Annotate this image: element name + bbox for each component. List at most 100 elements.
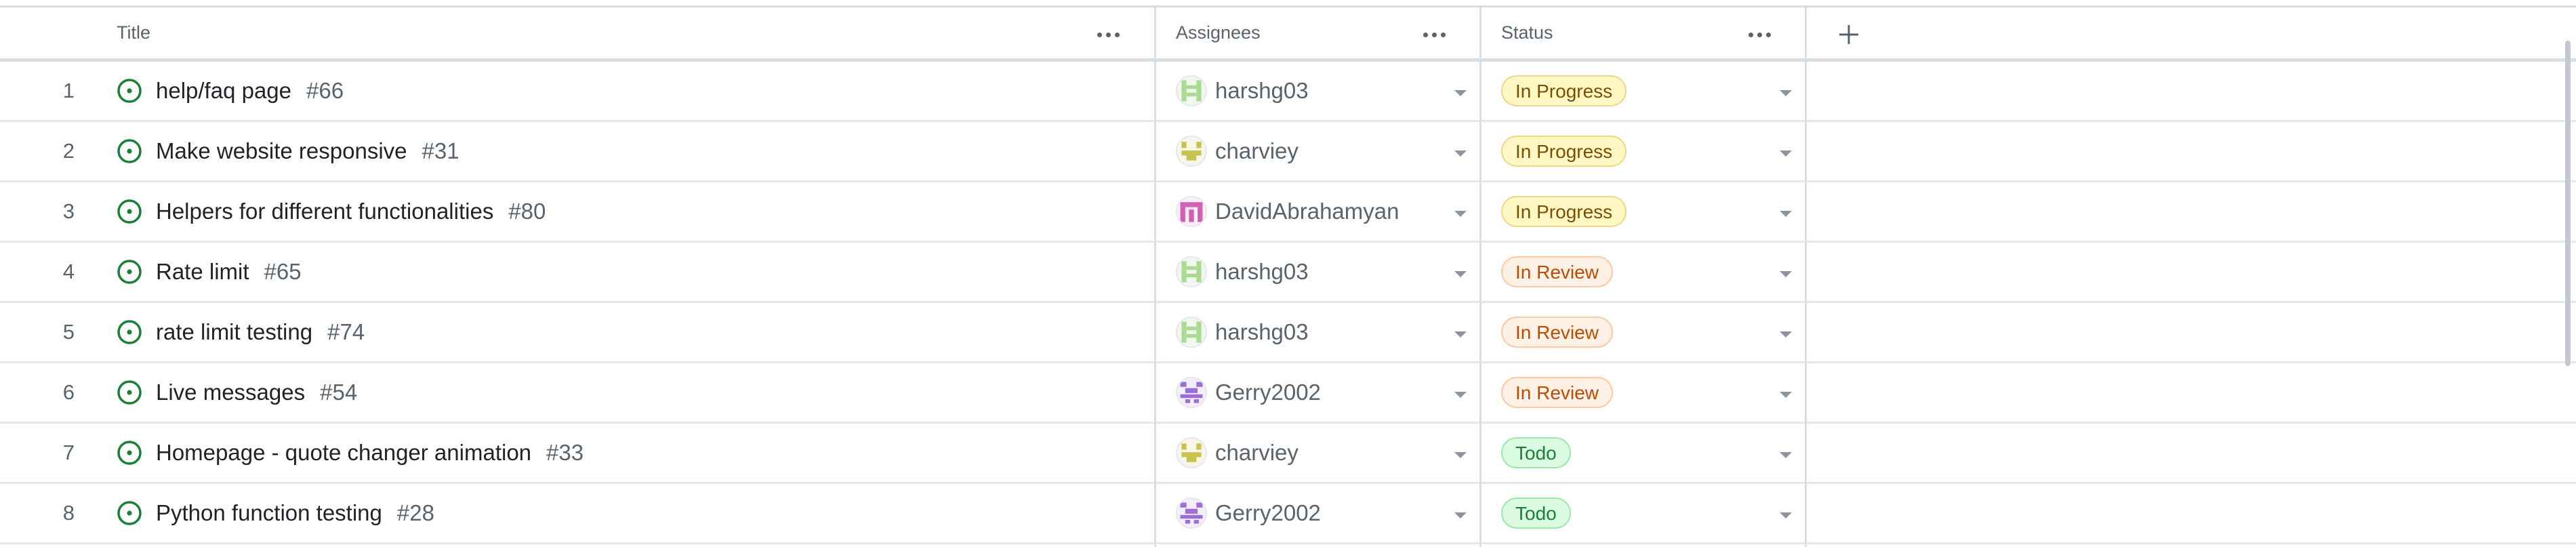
open-issue-icon — [117, 320, 142, 344]
assignees-column-menu-icon[interactable] — [1423, 33, 1446, 37]
assignees-dropdown-chevron-down-icon[interactable] — [1454, 271, 1467, 277]
column-header-title[interactable]: Title — [117, 7, 150, 58]
status-dropdown-chevron-down-icon[interactable] — [1780, 150, 1792, 157]
avatar — [1176, 136, 1207, 167]
title-cell[interactable]: Make website responsive #31 — [117, 122, 459, 180]
assignees-cell[interactable]: charviey — [1176, 122, 1299, 180]
status-cell[interactable]: In Progress — [1501, 62, 1627, 120]
row-number: 5 — [62, 320, 75, 344]
status-dropdown-chevron-down-icon[interactable] — [1780, 512, 1792, 519]
row-number: 7 — [62, 441, 75, 464]
issue-number: #74 — [327, 319, 365, 344]
status-dropdown-chevron-down-icon[interactable] — [1780, 211, 1792, 217]
vertical-scrollbar[interactable] — [2565, 41, 2571, 366]
title-cell[interactable]: Live messages #54 — [117, 363, 357, 422]
status-badge: In Review — [1501, 377, 1613, 408]
status-cell[interactable]: In Progress — [1501, 122, 1627, 180]
column-header-assignees-label: Assignees — [1176, 22, 1261, 43]
table-row[interactable]: 7 Homepage - quote changer animation #33… — [0, 424, 2576, 484]
open-issue-icon — [117, 501, 142, 525]
status-dropdown-chevron-down-icon[interactable] — [1780, 90, 1792, 96]
assignees-dropdown-chevron-down-icon[interactable] — [1454, 211, 1467, 217]
table-row[interactable]: 8 Python function testing #28 Gerry2002 … — [0, 484, 2576, 544]
avatar — [1176, 377, 1207, 408]
avatar — [1176, 256, 1207, 287]
add-field-plus-icon[interactable] — [1835, 21, 1862, 48]
assignees-dropdown-chevron-down-icon[interactable] — [1454, 331, 1467, 338]
assignees-dropdown-chevron-down-icon[interactable] — [1454, 90, 1467, 96]
assignee-name: charviey — [1215, 440, 1299, 465]
title-cell[interactable]: Homepage - quote changer animation #33 — [117, 424, 584, 482]
status-cell[interactable]: Todo — [1501, 424, 1571, 482]
issue-number: #33 — [546, 440, 584, 465]
issue-number: #80 — [508, 199, 546, 224]
avatar — [1176, 317, 1207, 348]
row-number-cell: 7 — [0, 424, 75, 482]
row-number-cell: 6 — [0, 363, 75, 422]
status-dropdown-chevron-down-icon[interactable] — [1780, 331, 1792, 338]
avatar — [1176, 498, 1207, 529]
assignees-cell[interactable]: charviey — [1176, 424, 1299, 482]
assignees-dropdown-chevron-down-icon[interactable] — [1454, 150, 1467, 157]
row-number-cell: 1 — [0, 62, 75, 120]
issue-title[interactable]: Rate limit — [156, 259, 249, 285]
status-column-menu-icon[interactable] — [1749, 33, 1771, 37]
issue-title[interactable]: Python function testing — [156, 500, 382, 526]
table-row[interactable]: 2 Make website responsive #31 charviey I… — [0, 122, 2576, 182]
column-divider[interactable] — [1479, 7, 1481, 547]
table-row[interactable]: 1 help/faq page #66 harshg03 In Progress — [0, 62, 2576, 122]
title-cell[interactable]: help/faq page #66 — [117, 62, 344, 120]
title-cell[interactable]: Helpers for different functionalities #8… — [117, 182, 546, 241]
row-number-cell: 5 — [0, 303, 75, 361]
assignee-name: charviey — [1215, 138, 1299, 163]
row-number-cell: 8 — [0, 484, 75, 542]
issue-title[interactable]: Homepage - quote changer animation — [156, 440, 531, 466]
assignees-cell[interactable]: harshg03 — [1176, 243, 1309, 301]
row-number-cell: 2 — [0, 122, 75, 180]
status-cell[interactable]: In Review — [1501, 363, 1613, 422]
row-number-cell: 4 — [0, 243, 75, 301]
table-row[interactable]: 6 Live messages #54 Gerry2002 In Review — [0, 363, 2576, 424]
status-badge: In Progress — [1501, 136, 1627, 167]
assignees-dropdown-chevron-down-icon[interactable] — [1454, 512, 1467, 519]
avatar — [1176, 437, 1207, 468]
title-cell[interactable]: Python function testing #28 — [117, 484, 434, 542]
assignees-cell[interactable]: Gerry2002 — [1176, 363, 1321, 422]
column-header-status[interactable]: Status — [1501, 7, 1553, 58]
table-row[interactable]: 4 Rate limit #65 harshg03 In Review — [0, 243, 2576, 303]
status-dropdown-chevron-down-icon[interactable] — [1780, 452, 1792, 458]
column-header-title-label: Title — [117, 22, 151, 43]
assignees-cell[interactable]: Gerry2002 — [1176, 484, 1321, 542]
status-dropdown-chevron-down-icon[interactable] — [1780, 392, 1792, 398]
table-row[interactable]: 3 Helpers for different functionalities … — [0, 182, 2576, 243]
column-header-assignees[interactable]: Assignees — [1176, 7, 1261, 58]
column-header-status-label: Status — [1501, 22, 1553, 43]
column-divider[interactable] — [1154, 7, 1156, 547]
status-badge: Todo — [1501, 498, 1571, 529]
status-badge: In Progress — [1501, 196, 1627, 227]
open-issue-icon — [117, 139, 142, 163]
column-divider[interactable] — [1805, 7, 1807, 547]
row-number: 2 — [62, 139, 75, 163]
issue-title[interactable]: Live messages — [156, 380, 305, 405]
title-cell[interactable]: rate limit testing #74 — [117, 303, 365, 361]
table-row[interactable]: 5 rate limit testing #74 harshg03 In Rev… — [0, 303, 2576, 363]
status-cell[interactable]: In Review — [1501, 303, 1613, 361]
assignees-cell[interactable]: DavidAbrahamyan — [1176, 182, 1399, 241]
issue-title[interactable]: Make website responsive — [156, 138, 407, 164]
project-table: Title Assignees Status 1 help/faq page #… — [0, 5, 2576, 547]
status-cell[interactable]: In Progress — [1501, 182, 1627, 241]
assignees-cell[interactable]: harshg03 — [1176, 303, 1309, 361]
issue-title[interactable]: Helpers for different functionalities — [156, 199, 493, 224]
status-dropdown-chevron-down-icon[interactable] — [1780, 271, 1792, 277]
open-issue-icon — [117, 260, 142, 284]
status-cell[interactable]: In Review — [1501, 243, 1613, 301]
assignees-dropdown-chevron-down-icon[interactable] — [1454, 392, 1467, 398]
assignees-cell[interactable]: harshg03 — [1176, 62, 1309, 120]
issue-title[interactable]: help/faq page — [156, 78, 291, 104]
issue-title[interactable]: rate limit testing — [156, 319, 312, 345]
title-cell[interactable]: Rate limit #65 — [117, 243, 302, 301]
assignees-dropdown-chevron-down-icon[interactable] — [1454, 452, 1467, 458]
title-column-menu-icon[interactable] — [1097, 33, 1120, 37]
status-cell[interactable]: Todo — [1501, 484, 1571, 542]
